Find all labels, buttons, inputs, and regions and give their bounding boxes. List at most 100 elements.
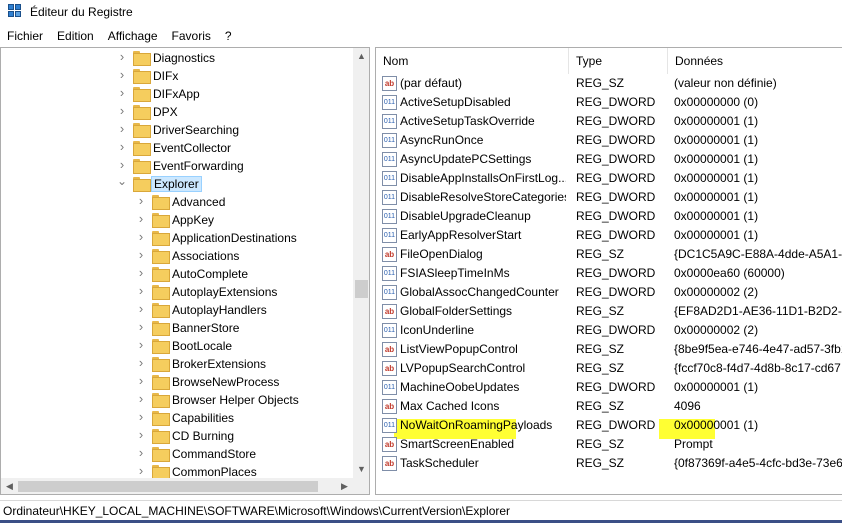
tree-item[interactable]: › AutoplayHandlers — [1, 301, 353, 319]
registry-tree-pane[interactable]: › Diagnostics › DIFx › DIFxApp › DPX › DriverSear… — [0, 47, 370, 495]
tree-item[interactable]: › AutoComplete — [1, 265, 353, 283]
value-row[interactable]: 011 ActiveSetupDisabled REG_DWORD 0x0000000… — [376, 93, 842, 112]
scroll-down-icon[interactable]: ▼ — [353, 461, 369, 478]
value-row[interactable]: ab (par défaut) REG_SZ (valeur non définie) — [376, 74, 842, 93]
value-name: (par défaut) — [400, 76, 463, 90]
value-type: REG_SZ — [576, 361, 625, 375]
value-row[interactable]: ab FileOpenDialog REG_SZ {DC1C5A9C-E88A-4dd… — [376, 245, 842, 264]
expand-arrow-icon[interactable]: › — [136, 284, 146, 297]
expand-arrow-icon[interactable]: › — [117, 122, 127, 135]
tree-item[interactable]: › BrokerExtensions — [1, 355, 353, 373]
tree-item[interactable]: › BrowseNewProcess — [1, 373, 353, 391]
value-row[interactable]: 011 DisableAppInstallsOnFirstLog... REG_DW… — [376, 169, 842, 188]
tree-item[interactable]: › Diagnostics — [1, 49, 353, 67]
folder-icon — [133, 123, 151, 138]
collapse-arrow-icon[interactable]: ⌄ — [117, 175, 127, 187]
menu-fichier[interactable]: Fichier — [0, 26, 50, 46]
value-row[interactable]: ab GlobalFolderSettings REG_SZ {EF8AD2D1-AE… — [376, 302, 842, 321]
expand-arrow-icon[interactable]: › — [117, 104, 127, 117]
column-header-data[interactable]: Données — [668, 48, 842, 74]
value-row[interactable]: 011 GlobalAssocChangedCounter REG_DWORD 0x0… — [376, 283, 842, 302]
tree-horizontal-scrollbar[interactable]: ◀ ▶ — [1, 478, 353, 494]
value-row[interactable]: 011 DisableUpgradeCleanup REG_DWORD 0x00000… — [376, 207, 842, 226]
tree-item[interactable]: › BannerStore — [1, 319, 353, 337]
menu-favoris[interactable]: Favoris — [165, 26, 218, 46]
value-row[interactable]: ab Max Cached Icons REG_SZ 4096 — [376, 397, 842, 416]
tree-item[interactable]: › AppKey — [1, 211, 353, 229]
expand-arrow-icon[interactable]: › — [136, 212, 146, 225]
expand-arrow-icon[interactable]: › — [136, 230, 146, 243]
tree-item[interactable]: › Browser Helper Objects — [1, 391, 353, 409]
expand-arrow-icon[interactable]: › — [136, 320, 146, 333]
tree-item[interactable]: › AutoplayExtensions — [1, 283, 353, 301]
tree-item[interactable]: › DPX — [1, 103, 353, 121]
column-header-name[interactable]: Nom — [376, 48, 569, 74]
tree-item[interactable]: › EventCollector — [1, 139, 353, 157]
menu-help[interactable]: ? — [218, 26, 239, 46]
value-row[interactable]: 011 MachineOobeUpdates REG_DWORD 0x00000001… — [376, 378, 842, 397]
value-row[interactable]: ab LVPopupSearchControl REG_SZ {fccf70c8-f4… — [376, 359, 842, 378]
expand-arrow-icon[interactable]: › — [117, 158, 127, 171]
tree-item[interactable]: ⌄ Explorer — [1, 175, 353, 193]
expand-arrow-icon[interactable]: › — [136, 194, 146, 207]
value-row[interactable]: ab TaskScheduler REG_SZ {0f87369f-a4e5-4cfc… — [376, 454, 842, 473]
folder-icon — [152, 303, 170, 318]
value-row[interactable]: 011 NoWaitOnRoamingPayloads REG_DWORD 0x000… — [376, 416, 842, 435]
tree-item[interactable]: › Capabilities — [1, 409, 353, 427]
expand-arrow-icon[interactable]: › — [117, 50, 127, 63]
tree-item[interactable]: › DriverSearching — [1, 121, 353, 139]
tree-vertical-scrollbar[interactable]: ▲ ▼ — [353, 48, 369, 478]
folder-icon — [152, 213, 170, 228]
tree-item[interactable]: › EventForwarding — [1, 157, 353, 175]
value-row[interactable]: 011 DisableResolveStoreCategories REG_DWOR… — [376, 188, 842, 207]
binary-value-icon: 011 — [382, 171, 397, 186]
expand-arrow-icon[interactable]: › — [117, 140, 127, 153]
expand-arrow-icon[interactable]: › — [136, 356, 146, 369]
value-data: 0x00000000 (0) — [674, 95, 759, 109]
tree-item[interactable]: › CommandStore — [1, 445, 353, 463]
scroll-right-icon[interactable]: ▶ — [336, 478, 353, 494]
folder-icon — [133, 177, 151, 192]
scrollbar-corner — [353, 478, 369, 494]
scroll-left-icon[interactable]: ◀ — [1, 478, 18, 494]
value-row[interactable]: 011 AsyncUpdatePCSettings REG_DWORD 0x00000… — [376, 150, 842, 169]
menu-affichage[interactable]: Affichage — [101, 26, 165, 46]
registry-values-pane[interactable]: Nom Type Données ab (par défaut) REG_SZ (va… — [375, 47, 842, 495]
expand-arrow-icon[interactable]: › — [117, 86, 127, 99]
value-row[interactable]: 011 EarlyAppResolverStart REG_DWORD 0x00000… — [376, 226, 842, 245]
tree-vscroll-thumb[interactable] — [355, 280, 368, 298]
expand-arrow-icon[interactable]: › — [136, 410, 146, 423]
tree-item[interactable]: › DIFx — [1, 67, 353, 85]
value-row[interactable]: 011 IconUnderline REG_DWORD 0x00000002 (2) — [376, 321, 842, 340]
expand-arrow-icon[interactable]: › — [136, 338, 146, 351]
value-row[interactable]: ab ListViewPopupControl REG_SZ {8be9f5ea-e7… — [376, 340, 842, 359]
tree-item[interactable]: › ApplicationDestinations — [1, 229, 353, 247]
tree-item[interactable]: › CD Burning — [1, 427, 353, 445]
tree-item[interactable]: › BootLocale — [1, 337, 353, 355]
value-row[interactable]: 011 ActiveSetupTaskOverride REG_DWORD 0x000… — [376, 112, 842, 131]
menu-bar: Fichier Edition Affichage Favoris ? — [0, 26, 842, 46]
tree-item[interactable]: › Advanced — [1, 193, 353, 211]
expand-arrow-icon[interactable]: › — [136, 392, 146, 405]
expand-arrow-icon[interactable]: › — [136, 446, 146, 459]
tree-hscroll-thumb[interactable] — [18, 481, 318, 492]
expand-arrow-icon[interactable]: › — [136, 374, 146, 387]
expand-arrow-icon[interactable]: › — [136, 266, 146, 279]
tree-item[interactable]: › Associations — [1, 247, 353, 265]
expand-arrow-icon[interactable]: › — [136, 302, 146, 315]
folder-icon — [133, 105, 151, 120]
menu-edition[interactable]: Edition — [50, 26, 101, 46]
tree-item[interactable]: › DIFxApp — [1, 85, 353, 103]
expand-arrow-icon[interactable]: › — [136, 428, 146, 441]
value-row[interactable]: 011 AsyncRunOnce REG_DWORD 0x00000001 (1) — [376, 131, 842, 150]
tree-item-label: EventForwarding — [153, 159, 244, 173]
expand-arrow-icon[interactable]: › — [117, 68, 127, 81]
value-row[interactable]: ab SmartScreenEnabled REG_SZ Prompt — [376, 435, 842, 454]
value-type: REG_DWORD — [576, 114, 656, 128]
expand-arrow-icon[interactable]: › — [136, 248, 146, 261]
value-type: REG_DWORD — [576, 380, 656, 394]
expand-arrow-icon[interactable]: › — [136, 464, 146, 477]
column-header-type[interactable]: Type — [569, 48, 668, 74]
scroll-up-icon[interactable]: ▲ — [353, 48, 369, 65]
value-row[interactable]: 011 FSIASleepTimeInMs REG_DWORD 0x0000ea60 … — [376, 264, 842, 283]
